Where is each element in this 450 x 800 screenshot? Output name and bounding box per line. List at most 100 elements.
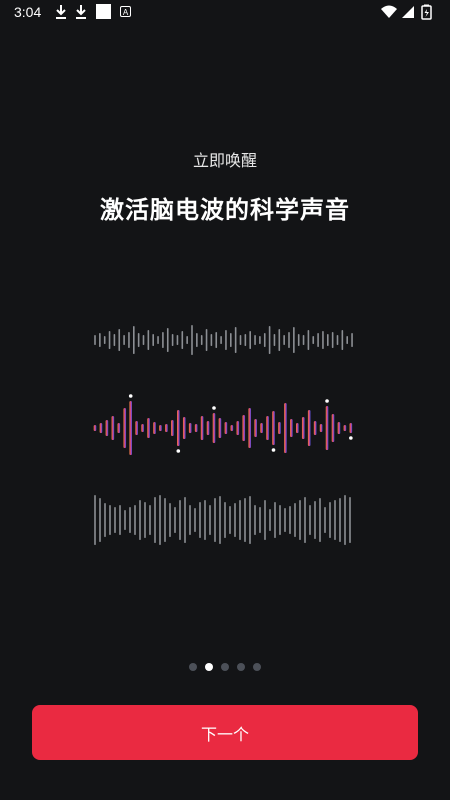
wave-bar (189, 505, 191, 535)
wave-bar (278, 329, 281, 351)
wave-bar (191, 325, 193, 355)
wave-bar (278, 422, 281, 434)
onboarding-subtitle: 立即唤醒 (192, 151, 257, 170)
wave-bar (307, 410, 311, 446)
wave-bar (157, 336, 159, 344)
wave-bar (225, 330, 227, 350)
wave-bar (319, 498, 321, 542)
wave-bar (259, 507, 261, 533)
wave-bar (142, 335, 145, 345)
download-icon (76, 5, 86, 19)
wave-bar (297, 334, 300, 346)
wave-bar (244, 334, 247, 346)
wave-bar (111, 416, 115, 440)
wave-bar (339, 498, 341, 542)
wave-bar (322, 331, 324, 349)
wave-bar (214, 498, 216, 542)
wave-bar (119, 505, 121, 535)
wave-bar (159, 425, 162, 431)
wave-bar (264, 500, 266, 540)
wave-bar (153, 422, 156, 434)
next-button[interactable]: 下一个 (32, 705, 418, 760)
wave-bar (117, 423, 121, 433)
wave-bar (220, 336, 222, 344)
wave-bar (234, 503, 236, 537)
next-button-label: 下一个 (200, 724, 249, 744)
wave-bar (242, 415, 246, 441)
status-bar: 3:04 A (0, 0, 450, 24)
wave-bar (209, 505, 211, 535)
wave-bar (234, 327, 237, 353)
status-icons-right (381, 4, 432, 20)
wave-bar (204, 500, 206, 540)
page-dot (205, 663, 213, 671)
wave-bar (327, 334, 329, 346)
wave-bar (239, 335, 242, 345)
wave-bar (164, 498, 166, 542)
wave-bar (219, 496, 221, 544)
wave-bar (324, 507, 326, 533)
wave-marker (128, 394, 133, 398)
wave-bar (283, 335, 285, 345)
wave-bar (289, 506, 291, 534)
wave-bar (159, 495, 161, 545)
wave-marker (325, 399, 329, 403)
wave-bar (266, 416, 269, 440)
wave-bar (273, 334, 276, 346)
wave-bar (194, 508, 196, 532)
status-time: 3:04 (14, 4, 42, 20)
wave-bar (302, 335, 305, 345)
wave-bar (179, 500, 181, 540)
wave-bar (186, 336, 188, 344)
wave-bar (194, 424, 198, 432)
wave-bar (152, 334, 154, 346)
wave-bar (205, 329, 208, 351)
wave-bar (349, 423, 353, 433)
wave-bar (307, 330, 310, 350)
wave-bar (162, 332, 164, 348)
wave-bar (346, 336, 348, 344)
wave-bar (337, 422, 341, 434)
wave-bar (171, 334, 174, 346)
wave-bar (230, 425, 234, 431)
wave-bar (325, 406, 329, 450)
gray-waveform-top (94, 325, 353, 355)
wave-bar (166, 328, 169, 352)
wave-bar (182, 417, 186, 439)
wave-bar (274, 502, 276, 538)
wave-bar (230, 333, 232, 347)
wave-bar (239, 500, 241, 540)
wave-bar (105, 420, 109, 436)
gradient-waveform (93, 394, 353, 455)
wave-bar (104, 503, 106, 537)
page-dot (253, 663, 261, 671)
wave-bar (317, 333, 319, 347)
wave-marker (271, 448, 276, 452)
wave-bar (129, 401, 132, 455)
wave-bar (177, 410, 180, 446)
wave-bar (336, 335, 339, 345)
wave-bar (181, 331, 184, 349)
wave-bar (118, 329, 121, 351)
wave-bar (349, 497, 351, 543)
wave-marker (176, 449, 181, 453)
wave-bar (124, 510, 126, 530)
wave-bar (249, 496, 251, 544)
wave-bar (284, 403, 287, 453)
wave-bar (199, 502, 201, 538)
wave-bar (103, 336, 106, 344)
wave-bar (135, 421, 138, 435)
wave-bar (268, 326, 271, 354)
wave-bar (147, 330, 150, 350)
wave-bar (351, 333, 353, 347)
wave-bar (147, 418, 150, 438)
wave-bar (269, 509, 271, 531)
wave-bar (284, 508, 286, 532)
wave-bar (294, 503, 296, 537)
onboarding-title: 激活脑电波的科学声音 (100, 196, 350, 224)
wave-bar (169, 503, 171, 537)
wave-bar (93, 425, 97, 431)
wave-bar (299, 500, 301, 540)
page-dot (221, 663, 229, 671)
wave-bar (99, 423, 103, 433)
